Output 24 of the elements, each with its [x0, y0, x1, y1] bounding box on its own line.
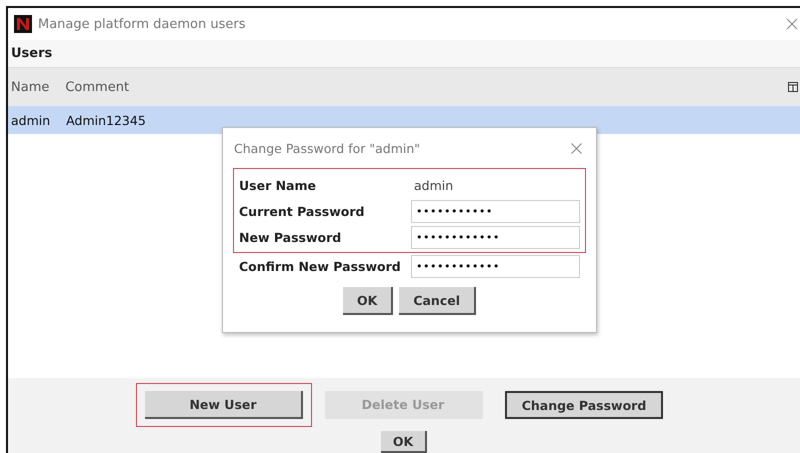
ok-button[interactable]: OK	[381, 431, 427, 453]
dialog-button[interactable]: Cancel	[399, 287, 476, 315]
field-label: New Password	[239, 230, 342, 244]
window-title: Manage platform daemon users	[38, 16, 246, 32]
field-label: Current Password	[239, 204, 366, 218]
app-logo-icon	[14, 15, 32, 33]
column-header[interactable]: Comment	[57, 80, 138, 94]
password-field[interactable]: ••••••••••••	[411, 226, 580, 248]
field-label: Confirm New Password	[239, 258, 402, 274]
dialog-title: Change Password for "admin"	[234, 140, 420, 156]
close-icon[interactable]	[786, 18, 798, 30]
table-cell-text: admin	[10, 112, 52, 128]
table-cell-text: Admin12345	[65, 112, 147, 128]
section-header: Users	[8, 40, 800, 68]
dialog-button[interactable]: OK	[343, 287, 394, 315]
action-button[interactable]: New User	[145, 391, 303, 419]
password-field[interactable]: •••••••••••	[411, 200, 580, 222]
field-value: admin	[413, 178, 454, 192]
password-field[interactable]: ••••••••••••	[411, 254, 580, 278]
column-header[interactable]: Name	[8, 80, 58, 94]
field-label: User Name	[239, 178, 317, 192]
action-button[interactable]: Change Password	[505, 391, 663, 419]
close-icon[interactable]	[571, 142, 582, 154]
column-chooser-icon[interactable]	[788, 81, 798, 93]
